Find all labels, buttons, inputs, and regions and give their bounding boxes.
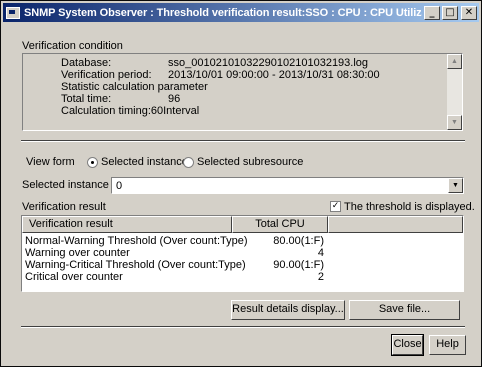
condition-value: sso_00102101032290102101032193.log [168,57,369,69]
selected-instance-label: Selected instance [22,179,109,191]
condition-value: 96 [168,93,181,105]
total-cpu-cell: 90.00(1:F) [273,259,324,271]
condition-key: Database: [61,57,112,69]
result-label-cell: Warning over counter [25,247,130,259]
maximize-button[interactable]: □ [442,5,458,20]
table-row[interactable]: Warning over counter 4 [22,247,463,259]
verification-result-heading: Verification result [22,201,106,213]
column-header-verification-result[interactable]: Verification result [22,216,232,233]
condition-row: Database: sso_00102101032290102101032193.… [61,57,380,69]
view-form-label: View form [26,156,75,168]
condition-key: Calculation timing:60Interval [61,105,200,117]
condition-row: Calculation timing:60Interval [61,105,380,117]
total-cpu-cell: 4 [317,247,324,259]
result-details-button[interactable]: Result details display... [231,300,345,320]
condition-row: Verification period: 2013/10/01 09:00:00 … [61,69,380,81]
condition-row: Statistic calculation parameter [61,81,380,93]
result-label-cell: Normal-Warning Threshold (Over count:Typ… [25,235,248,247]
threshold-checkbox-label[interactable]: The threshold is displayed. [344,201,475,213]
total-cpu-cell: 80.00(1:F) [273,235,324,247]
title-bar[interactable]: SNMP System Observer : Threshold verific… [3,3,479,22]
condition-value: 2013/10/01 09:00:00 - 2013/10/31 08:30:0… [168,69,380,81]
threshold-checkbox[interactable]: ✓ [330,201,341,212]
window-title: SNMP System Observer : Threshold verific… [24,6,422,19]
verification-condition-list: Database: sso_00102101032290102101032193.… [61,57,380,117]
condition-scrollbar[interactable]: ▲ ▼ [447,54,462,130]
condition-row: Total time: 96 [61,93,380,105]
selected-instance-select[interactable]: 0 ▼ [111,177,464,194]
verification-condition-box: Database: sso_00102101032290102101032193.… [22,53,463,131]
app-icon [6,6,20,19]
verification-result-table: Verification result Total CPU Normal-War… [21,215,464,292]
radio-selected-subresource-label[interactable]: Selected subresource [197,156,303,168]
scroll-down-icon[interactable]: ▼ [447,115,462,130]
table-row[interactable]: Normal-Warning Threshold (Over count:Typ… [22,235,463,247]
verification-condition-heading: Verification condition [22,40,123,52]
save-file-button[interactable]: Save file... [349,300,460,320]
radio-selected-instance-label[interactable]: Selected instance [101,156,188,168]
help-button[interactable]: Help [429,335,466,355]
radio-selected-instance[interactable] [87,157,98,168]
minimize-button[interactable]: _ [424,5,440,20]
dialog-window: SNMP System Observer : Threshold verific… [0,0,482,367]
radio-selected-subresource[interactable] [183,157,194,168]
total-cpu-cell: 2 [317,271,324,283]
close-button[interactable]: Close [391,334,424,356]
close-window-button[interactable]: ✕ [461,5,477,20]
table-row[interactable]: Critical over counter 2 [22,271,463,283]
condition-key: Verification period: [61,69,152,81]
separator-bottom [21,326,465,328]
chevron-down-icon[interactable]: ▼ [448,178,463,193]
column-header-empty [328,216,463,233]
table-body: Normal-Warning Threshold (Over count:Typ… [22,235,463,283]
scroll-up-icon[interactable]: ▲ [447,54,462,69]
condition-key: Total time: [61,93,112,105]
separator-top [21,140,465,142]
condition-key: Statistic calculation parameter [61,81,208,93]
selected-instance-value: 0 [116,180,123,192]
column-header-total-cpu[interactable]: Total CPU [232,216,328,233]
result-label-cell: Critical over counter [25,271,123,283]
result-label-cell: Warning-Critical Threshold (Over count:T… [25,259,246,271]
table-header: Verification result Total CPU [22,216,463,233]
table-row[interactable]: Warning-Critical Threshold (Over count:T… [22,259,463,271]
